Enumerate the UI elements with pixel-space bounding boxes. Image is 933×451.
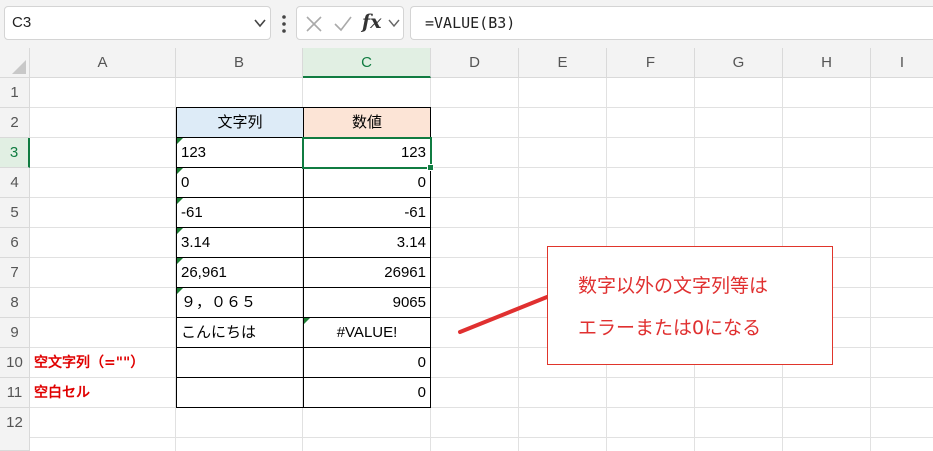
column-header-e[interactable]: E xyxy=(519,48,607,78)
text-cell[interactable]: ９，０６５ xyxy=(177,288,304,318)
text-cell[interactable]: -61 xyxy=(177,198,304,228)
column-header-b[interactable]: B xyxy=(176,48,303,78)
value-cell-error[interactable]: #VALUE! xyxy=(304,318,431,348)
callout-line-2: エラーまたは0になる xyxy=(578,317,762,339)
blank-cell-label: 空白セル xyxy=(34,385,90,401)
chevron-down-icon[interactable] xyxy=(388,18,400,28)
callout-line-1: 数字以外の文字列等は xyxy=(578,275,769,297)
formula-buttons: fx xyxy=(296,6,404,40)
column-header-i[interactable]: I xyxy=(871,48,933,78)
value-cell[interactable]: 26961 xyxy=(304,258,431,288)
value-cell[interactable]: 0 xyxy=(304,168,431,198)
row-header-6[interactable]: 6 xyxy=(0,228,30,258)
row-header-2[interactable]: 2 xyxy=(0,108,30,138)
empty-string-label: 空文字列（=""） xyxy=(34,355,145,371)
name-box-value: C3 xyxy=(12,14,32,31)
callout-arrow xyxy=(458,295,549,334)
chevron-down-icon[interactable] xyxy=(252,16,268,30)
cancel-x-icon[interactable] xyxy=(305,15,323,33)
text-number-flag-icon xyxy=(177,138,183,144)
column-header-h[interactable]: H xyxy=(783,48,871,78)
row-header-10[interactable]: 10 xyxy=(0,348,30,378)
value-cell[interactable]: 9065 xyxy=(304,288,431,318)
row-header-7[interactable]: 7 xyxy=(0,258,30,288)
value-cell[interactable]: 0 xyxy=(304,378,431,408)
text-number-flag-icon xyxy=(177,228,183,234)
error-flag-icon xyxy=(304,318,310,324)
select-all-button[interactable] xyxy=(0,48,30,78)
annotation-callout: 数字以外の文字列等は エラーまたは0になる xyxy=(547,246,833,365)
formula-input[interactable]: =VALUE(B3) xyxy=(410,6,933,40)
column-header-c[interactable]: C xyxy=(303,48,431,78)
fill-handle[interactable] xyxy=(427,164,434,171)
row-header-4[interactable]: 4 xyxy=(0,168,30,198)
header-number-cell[interactable]: 数値 xyxy=(304,108,431,138)
text-cell-blank[interactable] xyxy=(177,378,304,408)
row-header-8[interactable]: 8 xyxy=(0,288,30,318)
text-cell[interactable]: 3.14 xyxy=(177,228,304,258)
text-cell-empty-string[interactable] xyxy=(177,348,304,378)
text-number-flag-icon xyxy=(177,198,183,204)
text-number-flag-icon xyxy=(177,168,183,174)
name-box[interactable]: C3 xyxy=(4,6,271,40)
value-cell[interactable]: -61 xyxy=(304,198,431,228)
column-header-a[interactable]: A xyxy=(30,48,176,78)
value-cell[interactable]: 3.14 xyxy=(304,228,431,258)
text-cell[interactable]: 0 xyxy=(177,168,304,198)
text-number-flag-icon xyxy=(177,258,183,264)
formula-bar: C3 fx =VALUE(B3) xyxy=(0,0,933,48)
column-header-g[interactable]: G xyxy=(695,48,783,78)
value-cell[interactable]: 0 xyxy=(304,348,431,378)
insert-function-icon[interactable]: fx xyxy=(362,11,382,33)
more-options-icon[interactable] xyxy=(281,14,287,34)
text-number-flag-icon xyxy=(177,288,183,294)
column-header-f[interactable]: F xyxy=(607,48,695,78)
header-text-cell[interactable]: 文字列 xyxy=(177,108,304,138)
text-cell[interactable]: 26,961 xyxy=(177,258,304,288)
text-cell[interactable]: 123 xyxy=(177,138,304,168)
row-header-9[interactable]: 9 xyxy=(0,318,30,348)
row-header-3[interactable]: 3 xyxy=(0,138,30,168)
row-header-11[interactable]: 11 xyxy=(0,378,30,408)
column-header-d[interactable]: D xyxy=(431,48,519,78)
checkmark-icon[interactable] xyxy=(333,15,353,33)
text-cell[interactable]: こんにちは xyxy=(177,318,304,348)
row-header-12[interactable]: 12 xyxy=(0,408,30,451)
active-cell-selection xyxy=(302,137,432,169)
row-header-5[interactable]: 5 xyxy=(0,198,30,228)
row-header-1[interactable]: 1 xyxy=(0,78,30,108)
formula-text: =VALUE(B3) xyxy=(425,14,516,32)
